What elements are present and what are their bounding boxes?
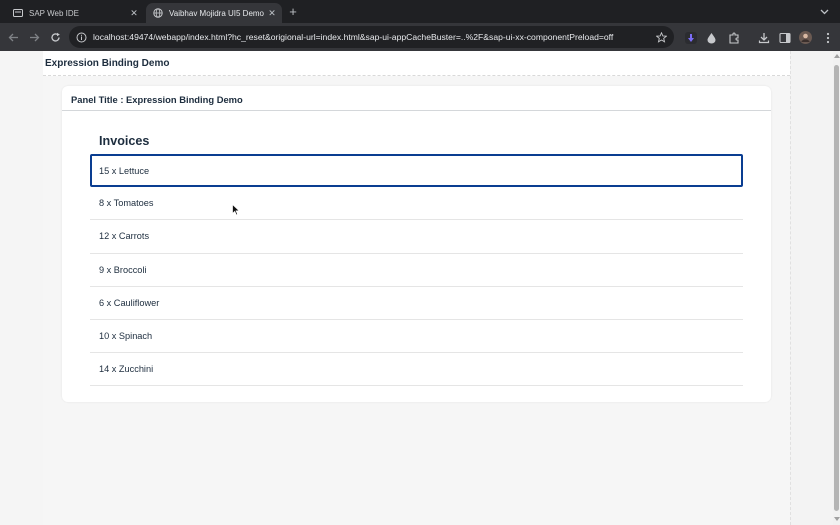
browser-tab-ui5-demo[interactable]: Vaibhav Mojidra UI5 Demo ✕: [146, 3, 282, 23]
more-vertical-icon[interactable]: [821, 31, 834, 44]
close-icon[interactable]: ✕: [128, 7, 140, 19]
list-item-label: 10 x Spinach: [99, 331, 153, 342]
list-item[interactable]: 8 x Tomatoes: [90, 187, 743, 221]
chevron-down-icon[interactable]: [817, 5, 831, 19]
vertical-scrollbar[interactable]: [833, 51, 840, 525]
panel-title: Panel Title : Expression Binding Demo: [71, 94, 243, 105]
back-arrow-icon[interactable]: [6, 30, 20, 44]
forward-arrow-icon[interactable]: [27, 30, 41, 44]
list-item[interactable]: 12 x Carrots: [90, 220, 743, 254]
page-viewport: Expression Binding Demo Panel Title : Ex…: [0, 51, 840, 525]
reload-icon[interactable]: [48, 30, 62, 44]
page-title: Expression Binding Demo: [45, 58, 170, 69]
app-shell: Expression Binding Demo Panel Title : Ex…: [43, 51, 790, 525]
extension-download-icon[interactable]: [684, 31, 697, 44]
browser-tab-strip: SAP Web IDE ✕ Vaibhav Mojidra UI5 Demo ✕…: [0, 0, 840, 23]
browser-toolbar: localhost:49474/webapp/index.html?hc_res…: [0, 23, 840, 51]
right-gutter: [790, 51, 833, 525]
scroll-up-arrow-icon[interactable]: [834, 54, 840, 58]
tab-title: Vaibhav Mojidra UI5 Demo: [169, 8, 265, 18]
scroll-down-arrow-icon[interactable]: [834, 517, 840, 521]
sap-web-ide-icon: [13, 8, 23, 18]
list-item[interactable]: 15 x Lettuce: [90, 154, 743, 188]
list-item-label: 15 x Lettuce: [99, 165, 150, 176]
new-tab-icon[interactable]: +: [286, 5, 300, 19]
list-item-label: 9 x Broccoli: [99, 264, 147, 275]
extension-drop-icon[interactable]: [705, 31, 718, 44]
scrollbar-thumb[interactable]: [834, 65, 839, 511]
list-item[interactable]: 14 x Zucchini: [90, 353, 743, 387]
browser-tab-sap-web-ide[interactable]: SAP Web IDE ✕: [6, 3, 144, 23]
puzzle-piece-icon[interactable]: [727, 31, 740, 44]
panel-header: Panel Title : Expression Binding Demo: [62, 86, 771, 111]
list-item-label: 8 x Tomatoes: [99, 198, 154, 209]
left-gutter: [0, 51, 43, 525]
address-bar[interactable]: localhost:49474/webapp/index.html?hc_res…: [69, 26, 674, 48]
globe-icon: [153, 8, 163, 18]
star-icon[interactable]: [655, 31, 667, 43]
close-icon[interactable]: ✕: [266, 7, 278, 19]
info-icon[interactable]: [75, 31, 87, 43]
app-header: Expression Binding Demo: [43, 51, 790, 76]
list-item[interactable]: 9 x Broccoli: [90, 254, 743, 287]
avatar[interactable]: [799, 31, 812, 44]
side-panel-icon[interactable]: [778, 31, 791, 44]
list-title: Invoices: [99, 134, 150, 148]
list-item[interactable]: 6 x Cauliflower: [90, 287, 743, 320]
mouse-cursor-icon: [232, 203, 241, 216]
url-text: localhost:49474/webapp/index.html?hc_res…: [93, 32, 614, 42]
list-item-label: 14 x Zucchini: [99, 364, 154, 375]
download-icon[interactable]: [757, 31, 770, 44]
tab-title: SAP Web IDE: [29, 8, 79, 18]
list-item[interactable]: 10 x Spinach: [90, 320, 743, 354]
list-item-label: 12 x Carrots: [99, 231, 150, 242]
invoice-list: 15 x Lettuce 8 x Tomatoes 12 x Carrots 9…: [90, 154, 743, 387]
list-item-label: 6 x Cauliflower: [99, 297, 160, 308]
panel: Panel Title : Expression Binding Demo In…: [62, 86, 771, 402]
